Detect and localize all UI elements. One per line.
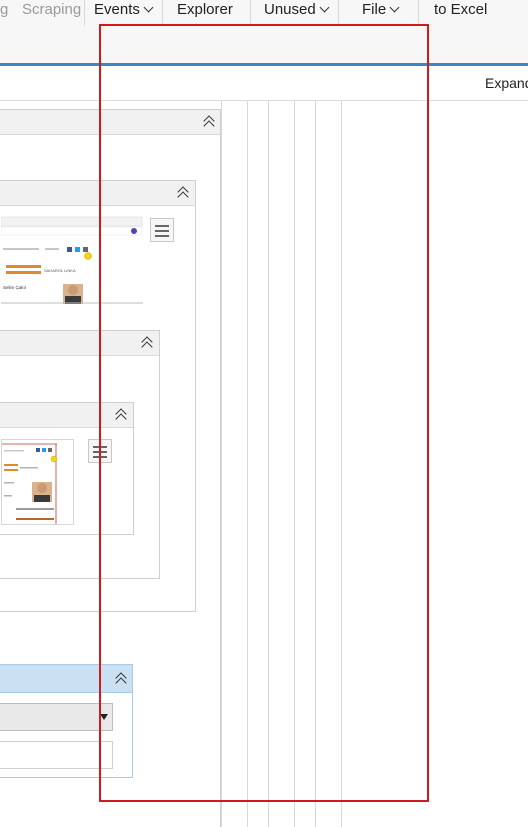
- banner-text: SAHAROL LINKA: [44, 268, 76, 273]
- ribbon-separator: [250, 0, 251, 26]
- ribbon-separator: [162, 0, 163, 26]
- selection-highlight: [99, 24, 429, 802]
- ribbon-separator: [338, 0, 339, 26]
- ribbon-item-explorer[interactable]: Explorer: [177, 0, 233, 22]
- ribbon-item-label: Explorer: [177, 1, 233, 18]
- ribbon-item-scraping[interactable]: Scraping: [22, 0, 81, 22]
- expand-label: Expand: [485, 75, 528, 91]
- ribbon-item-file[interactable]: File: [362, 0, 400, 22]
- chevron-down-icon: [143, 2, 154, 13]
- ribbon-item-label: File: [362, 1, 387, 18]
- ribbon-item-g[interactable]: g: [0, 0, 8, 22]
- expand-column-header[interactable]: Expand: [485, 75, 528, 91]
- name-tag-text: Selim Çakır: [3, 285, 27, 290]
- ribbon-item-events[interactable]: Events: [94, 0, 154, 22]
- ribbon-item-to-excel[interactable]: to Excel: [434, 0, 487, 22]
- page-screenshot-thumbnail: [1, 439, 74, 525]
- chevron-down-icon: [389, 2, 400, 13]
- ribbon-item-unused[interactable]: Unused: [264, 0, 330, 22]
- ribbon-separator: [418, 0, 419, 26]
- ribbon-item-label: g: [0, 1, 9, 18]
- page-screenshot-image: [2, 440, 73, 524]
- ribbon-separator: [84, 0, 85, 26]
- text-input[interactable]: [0, 741, 113, 769]
- ribbon-item-label: Unused: [264, 1, 316, 18]
- select-dropdown[interactable]: [0, 703, 113, 731]
- ribbon-item-label: Scraping: [22, 1, 82, 18]
- ribbon-item-label: to Excel: [434, 1, 488, 18]
- chevron-down-icon: [319, 2, 330, 13]
- ribbon-item-label: Events: [94, 1, 140, 18]
